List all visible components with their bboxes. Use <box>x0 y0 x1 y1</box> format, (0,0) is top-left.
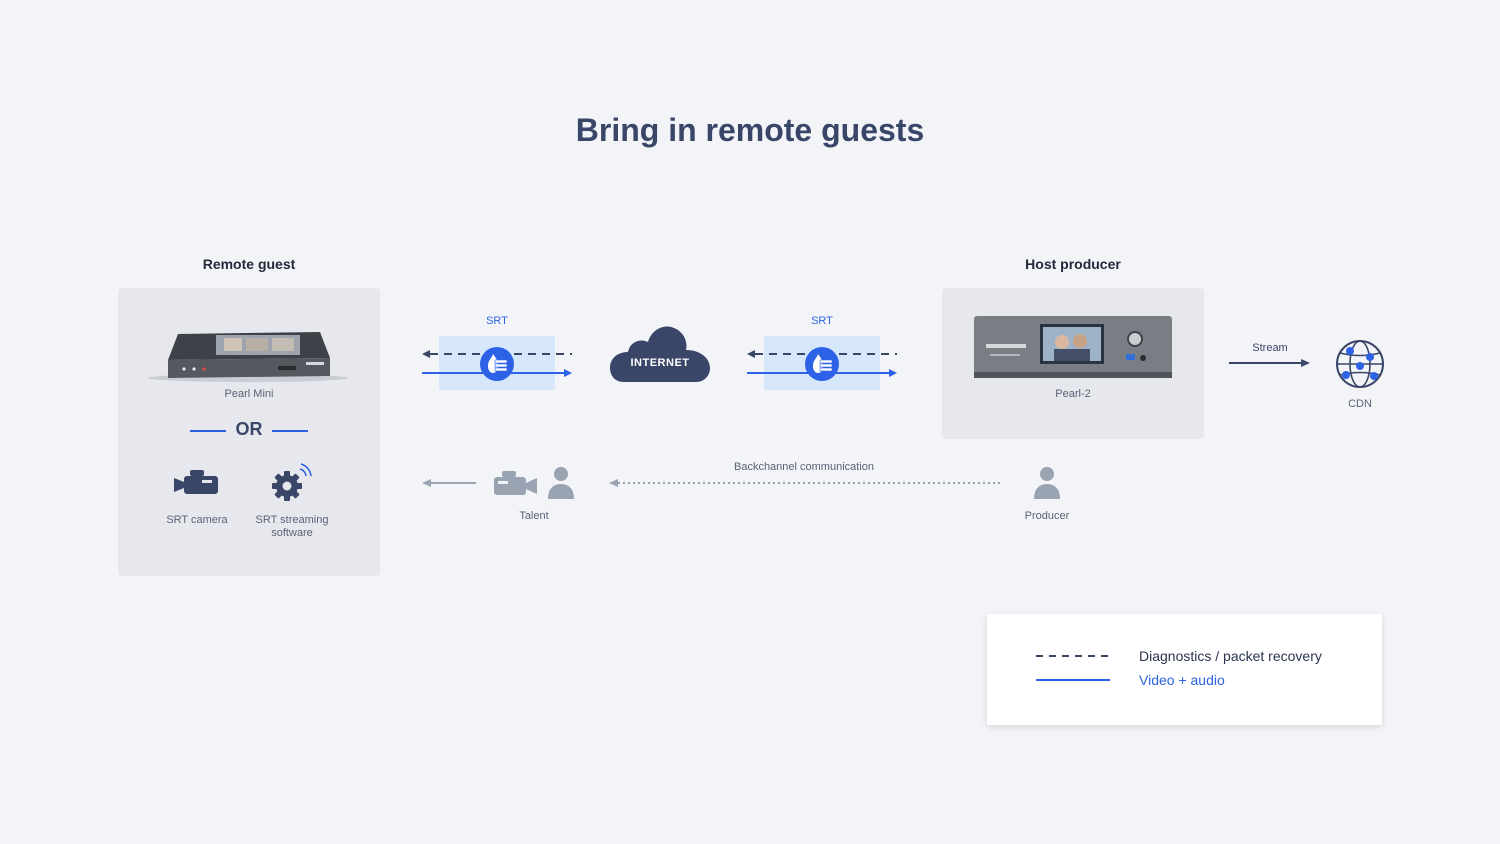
producer-label: Producer <box>1024 510 1070 522</box>
left-firewall-icon <box>480 347 514 381</box>
or-divider-right <box>272 430 308 432</box>
or-label: OR <box>235 419 263 439</box>
srt-camera-label: SRT camera <box>166 514 228 526</box>
talent-label: Talent <box>519 510 549 522</box>
cdn-label: CDN <box>1348 398 1372 410</box>
camera-icon <box>174 470 218 494</box>
host-producer-panel: Pearl-2 <box>942 288 1204 439</box>
globe-icon <box>1336 340 1384 388</box>
gear-icon <box>272 463 312 501</box>
srt-software-label-line1: SRT streaming <box>255 514 329 526</box>
cloud-icon <box>610 326 710 382</box>
internet-label: INTERNET <box>630 357 690 369</box>
talent-camera-icon <box>494 471 537 495</box>
remote-guest-heading: Remote guest <box>202 256 296 272</box>
backchannel-arrow <box>609 479 1000 487</box>
srt-software-label-line2: software <box>271 527 313 539</box>
or-divider-left <box>190 430 226 432</box>
backchannel-label: Backchannel communication <box>733 461 875 473</box>
srt-software-label: SRT streaming software <box>242 514 342 540</box>
legend-solid-label: Video + audio <box>1139 672 1225 688</box>
remote-guest-panel: Pearl Mini OR SRT camera SRT streaming s… <box>118 288 380 576</box>
right-firewall-icon <box>805 347 839 381</box>
legend-solid-line <box>1036 679 1110 681</box>
pearl-mini-device-image <box>148 332 348 382</box>
left-srt-label: SRT <box>486 315 508 327</box>
right-srt-label: SRT <box>811 315 833 327</box>
producer-person-icon <box>1034 467 1060 499</box>
pearl-mini-label: Pearl Mini <box>224 388 274 400</box>
legend-dashed-label: Diagnostics / packet recovery <box>1139 648 1322 664</box>
talent-person-icon <box>548 467 574 499</box>
legend-dashed-line <box>1036 655 1111 657</box>
host-producer-heading: Host producer <box>1025 256 1121 272</box>
stream-label: Stream <box>1252 342 1288 354</box>
legend-box: Diagnostics / packet recovery Video + au… <box>987 614 1382 725</box>
stream-arrow <box>1229 359 1310 367</box>
pearl-2-device-image <box>974 316 1172 378</box>
talent-output-arrow <box>422 479 476 487</box>
page-title: Bring in remote guests <box>575 112 925 148</box>
pearl-2-label: Pearl-2 <box>1055 388 1091 400</box>
